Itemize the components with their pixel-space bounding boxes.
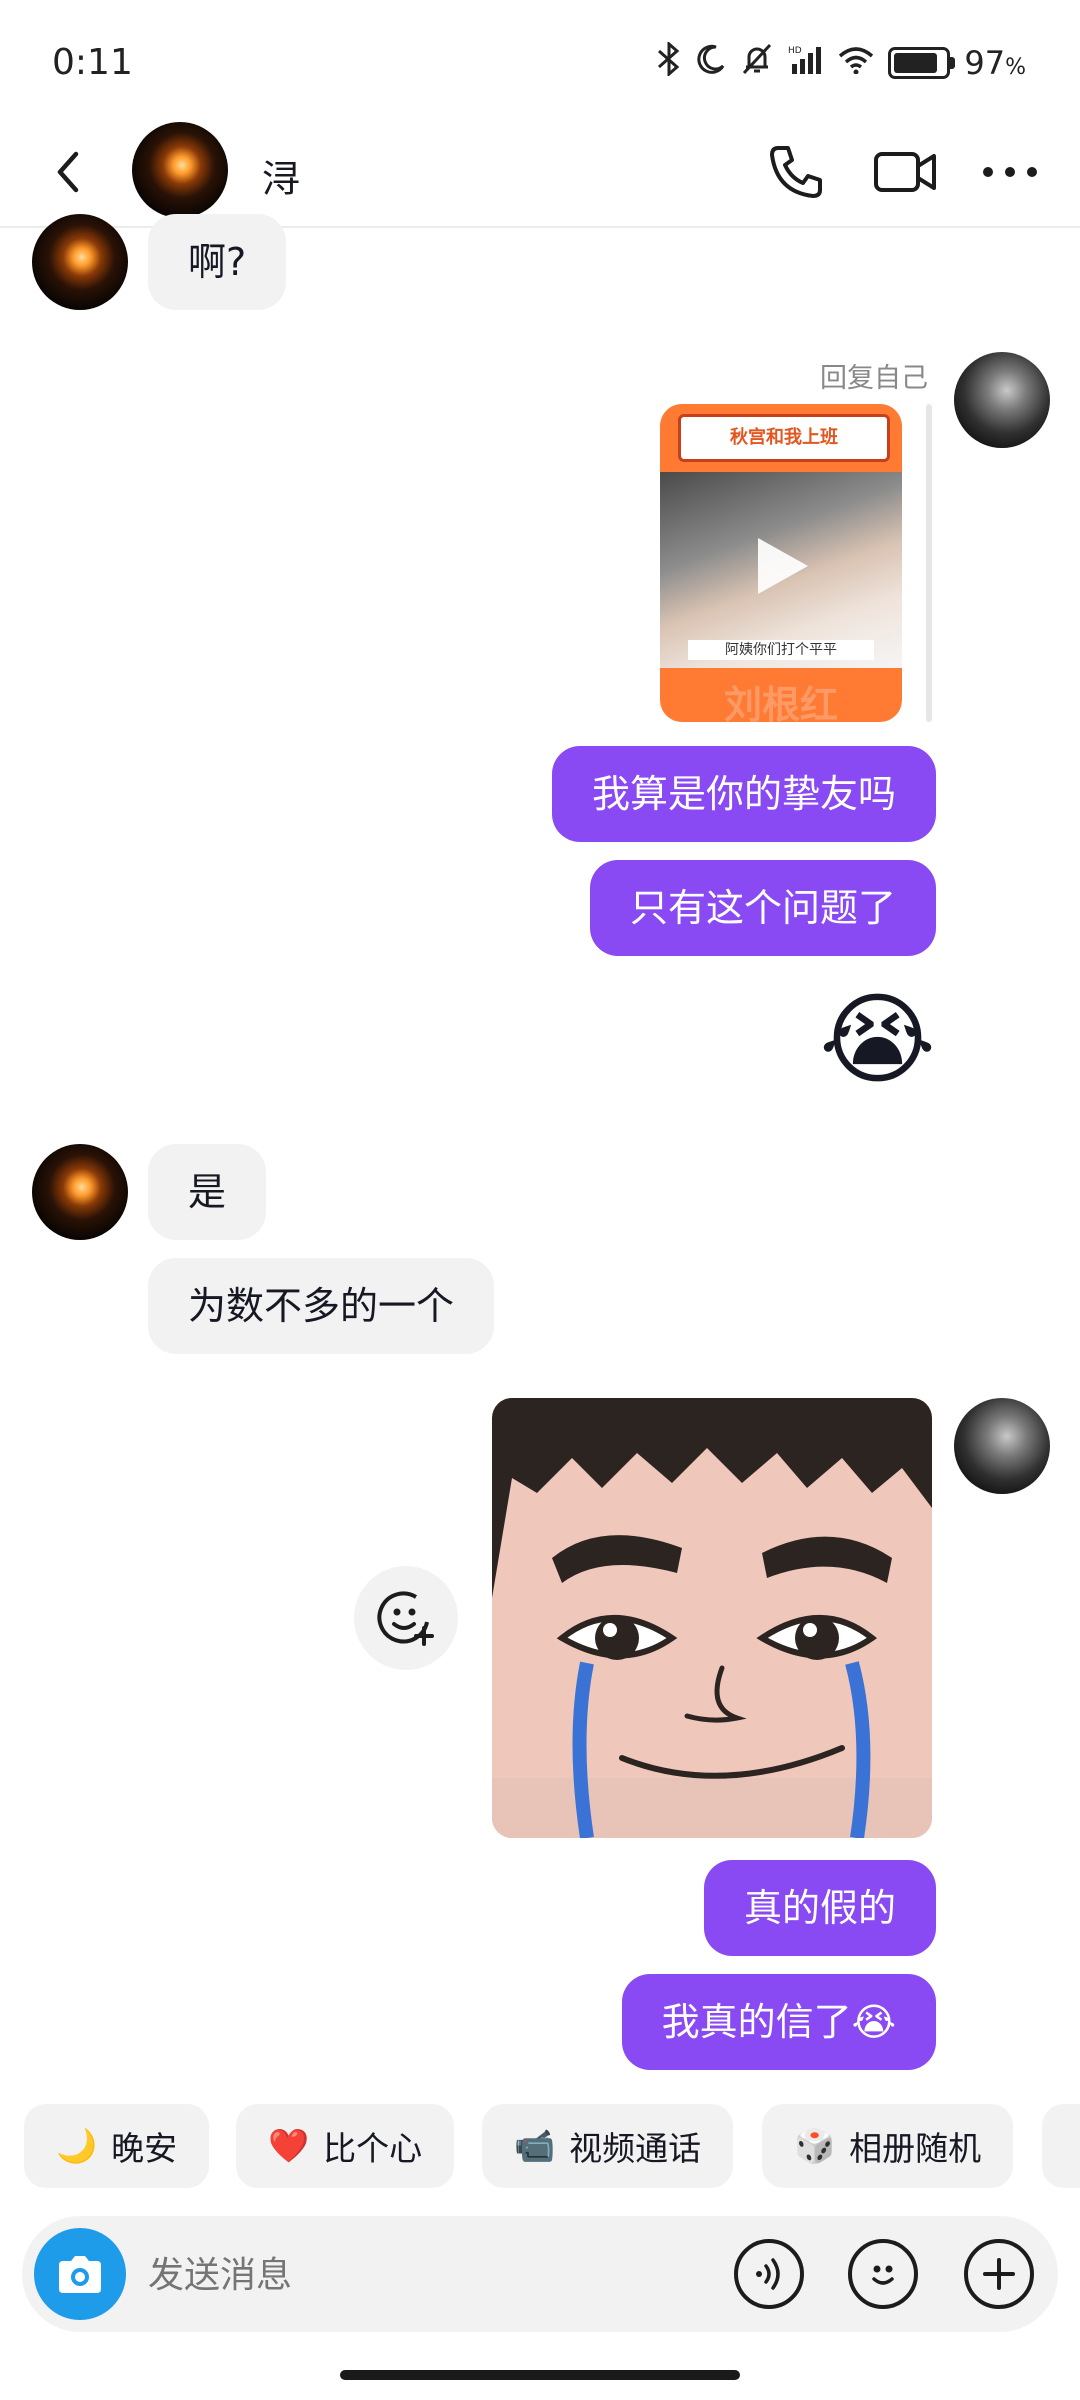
quick-reply-label: 视频通话 [569, 2129, 702, 2168]
plus-button[interactable] [964, 2239, 1034, 2309]
sticker-image[interactable] [492, 1398, 932, 1838]
quick-reply-label: 相册随机 [849, 2129, 982, 2168]
message-input-bar [22, 2216, 1058, 2332]
bluetooth-icon [656, 40, 682, 84]
battery-icon [888, 47, 956, 79]
reply-quote-line [926, 404, 932, 722]
video-call-button[interactable] [872, 140, 940, 204]
message-outgoing[interactable]: 我算是你的挚友吗 [551, 746, 936, 842]
back-icon [57, 151, 79, 193]
contact-avatar[interactable] [132, 122, 228, 218]
emoji-icon [872, 2265, 894, 2285]
quick-reply-label: 晚安 [111, 2129, 178, 2168]
phone-call-button[interactable] [764, 140, 828, 204]
shared-video-card[interactable]: 秋宫和我上班 阿姨你们打个平平 刘根红 [660, 404, 902, 722]
video-banner: 秋宫和我上班 [678, 414, 890, 462]
quick-reply-more[interactable] [1042, 2104, 1080, 2188]
add-sticker-icon [377, 1591, 434, 1646]
reply-hint: 回复自己 [820, 363, 928, 394]
status-time: 0:11 [52, 42, 133, 83]
quick-reply-label: 比个心 [323, 2129, 423, 2168]
play-icon[interactable] [752, 534, 812, 602]
message-emoji[interactable]: 😭 [819, 980, 936, 1100]
wifi-icon [838, 44, 874, 82]
camera-icon [59, 2256, 101, 2293]
message-outgoing[interactable]: 只有这个问题了 [589, 860, 936, 956]
message-outgoing[interactable]: 真的假的 [703, 1860, 936, 1956]
phone-icon [770, 146, 822, 198]
my-avatar[interactable] [954, 1398, 1050, 1494]
emoji-button[interactable] [848, 2239, 918, 2309]
video-call-icon [874, 152, 936, 192]
message-input[interactable] [146, 2244, 710, 2306]
mute-icon [740, 43, 774, 83]
my-avatar[interactable] [954, 352, 1050, 448]
message-incoming[interactable]: 为数不多的一个 [148, 1258, 495, 1354]
more-icon [983, 167, 1037, 177]
voice-button[interactable] [734, 2239, 804, 2309]
add-sticker-button[interactable] [354, 1566, 458, 1670]
video-subtitle: 阿姨你们打个平平 [688, 640, 874, 660]
voice-icon [756, 2258, 780, 2290]
video-watermark: 刘根红 [723, 683, 838, 722]
camera-button[interactable] [34, 2228, 126, 2320]
video-camera-icon: 📹 [514, 2126, 556, 2165]
contact-name[interactable]: 浔 [262, 148, 300, 203]
chat-header: 浔 [0, 118, 1080, 228]
battery-percent: 97% [964, 44, 1026, 82]
more-button[interactable] [978, 140, 1042, 204]
contact-avatar[interactable] [32, 1144, 128, 1240]
quick-reply-random-album[interactable]: 🎲 相册随机 [762, 2104, 1014, 2188]
home-indicator[interactable] [340, 2370, 740, 2380]
quick-reply-heart[interactable]: ❤️ 比个心 [236, 2104, 455, 2188]
moon-emoji-icon: 🌙 [56, 2126, 98, 2165]
plus-icon [983, 2258, 1015, 2290]
message-outgoing[interactable]: 我真的信了😭 [621, 1974, 936, 2070]
contact-avatar[interactable] [32, 214, 128, 310]
back-button[interactable] [40, 142, 100, 202]
svg-text:HD: HD [788, 46, 802, 56]
moon-icon [696, 44, 726, 82]
heart-icon: ❤️ [268, 2126, 310, 2165]
message-incoming[interactable]: 是 [148, 1144, 267, 1240]
status-icons: HD 97% [656, 40, 1026, 84]
quick-reply-video-call[interactable]: 📹 视频通话 [482, 2104, 734, 2188]
dice-icon: 🎲 [794, 2126, 836, 2165]
message-incoming[interactable]: 啊? [148, 214, 287, 310]
signal-icon: HD [788, 44, 824, 82]
quick-reply-goodnight[interactable]: 🌙 晚安 [24, 2104, 210, 2188]
